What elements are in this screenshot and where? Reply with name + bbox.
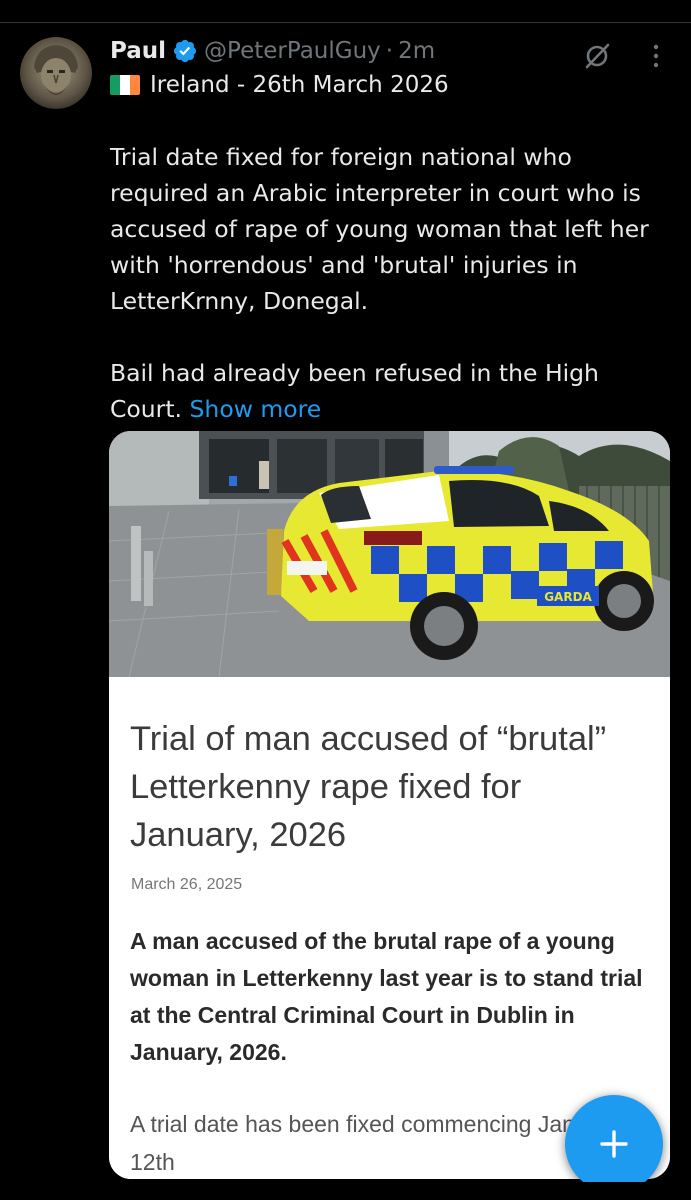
- plus-icon: [600, 1130, 628, 1158]
- show-more-link[interactable]: Show more: [190, 395, 322, 423]
- ireland-flag-icon: [110, 75, 140, 95]
- separator-dot: ·: [385, 38, 394, 64]
- author-name[interactable]: Paul: [110, 38, 166, 64]
- verified-badge-icon[interactable]: [172, 38, 198, 64]
- tweet-paragraph-1: Trial date fixed for foreign national wh…: [110, 143, 649, 315]
- article-title[interactable]: Trial of man accused of “brutal” Letterk…: [130, 715, 660, 859]
- grok-icon[interactable]: [581, 40, 613, 72]
- article-photo[interactable]: GARDA: [109, 431, 670, 677]
- author-handle[interactable]: @PeterPaulGuy: [204, 38, 381, 64]
- top-divider: [0, 0, 691, 23]
- tweet-paragraph-2-text: Bail had already been refused in the Hig…: [110, 359, 599, 423]
- bottom-nav-edge: [0, 1182, 691, 1200]
- app-screen: Paul @PeterPaulGuy · 2m Ireland - 26th M…: [0, 0, 691, 1200]
- more-options-icon[interactable]: [640, 40, 672, 72]
- post-time[interactable]: 2m: [398, 38, 435, 64]
- tweet-paragraph-2: Bail had already been refused in the Hig…: [110, 355, 670, 427]
- article-lead: A man accused of the brutal rape of a yo…: [130, 928, 643, 1065]
- location-line: Ireland - 26th March 2026: [110, 72, 449, 98]
- tweet-header: Paul @PeterPaulGuy · 2m: [110, 34, 435, 68]
- location-text: Ireland - 26th March 2026: [150, 72, 449, 98]
- photo-garda-label: GARDA: [544, 590, 592, 604]
- tweet-body: Trial date fixed for foreign national wh…: [110, 139, 670, 427]
- compose-button[interactable]: [565, 1095, 663, 1193]
- article-date: March 26, 2025: [131, 876, 243, 893]
- article-card[interactable]: GARDA Trial of man accused of “brutal” L…: [109, 431, 670, 1179]
- avatar[interactable]: [20, 37, 92, 109]
- avatar-image: [20, 37, 92, 109]
